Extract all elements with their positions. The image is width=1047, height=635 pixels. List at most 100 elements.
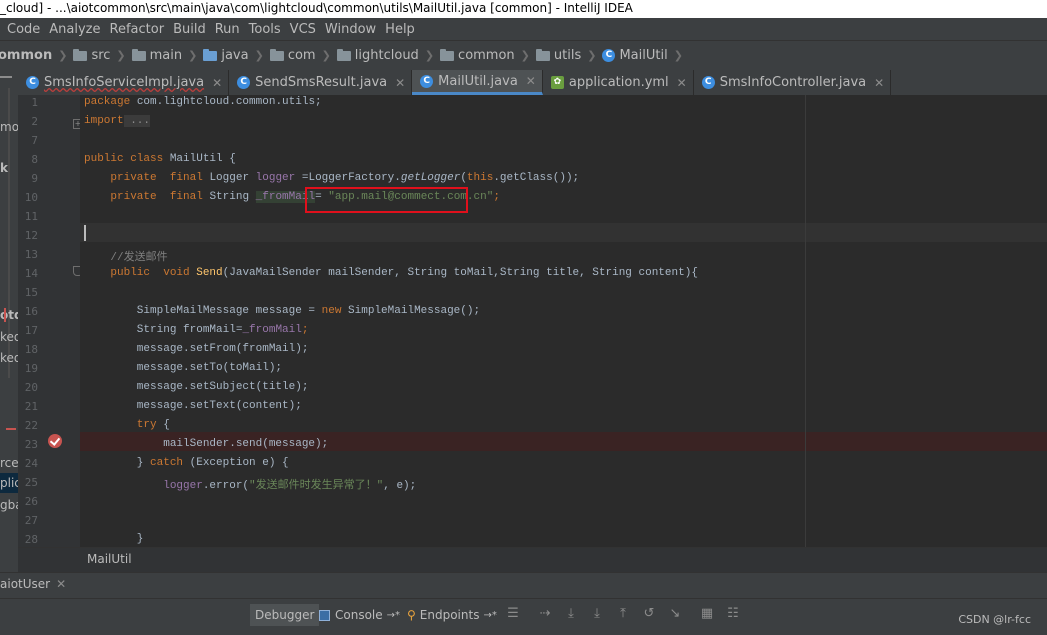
menu-analyze[interactable]: Analyze xyxy=(49,22,100,37)
debug-session-tab[interactable]: aiotUser ✕ xyxy=(0,577,66,591)
line-number: 2 xyxy=(31,115,38,128)
class-icon: C xyxy=(26,76,39,89)
tab-label: SendSmsResult.java xyxy=(255,75,388,90)
tab-smsinfocontroller[interactable]: C SmsInfoController.java ✕ xyxy=(694,70,892,95)
spring-config-icon: ✿ xyxy=(550,76,564,89)
tree-item[interactable]: ked xyxy=(0,351,18,365)
window-title: _cloud] - ...\aiotcommon\src\main\java\c… xyxy=(0,1,633,15)
right-margin-guide xyxy=(805,95,806,547)
tab-label: SmsInfoServiceImpl.java xyxy=(44,75,205,90)
breadcrumb-class[interactable]: MailUtil xyxy=(87,552,132,566)
nav-crumb-mailutil[interactable]: C MailUtil ❯ xyxy=(596,48,683,63)
console-icon xyxy=(319,609,330,621)
nav-crumb-module[interactable]: ommon ❯ xyxy=(0,48,67,63)
tab-mailutil[interactable]: C MailUtil.java ✕ xyxy=(412,70,543,95)
folded-imports[interactable]: ... xyxy=(123,115,151,127)
line-number: 28 xyxy=(24,533,38,546)
evaluate-expression-icon[interactable]: ▦ xyxy=(700,607,714,621)
menu-code[interactable]: Code xyxy=(7,22,40,37)
line-number: 10 xyxy=(24,191,38,204)
class-icon: C xyxy=(602,49,616,62)
line-number: 7 xyxy=(31,134,38,147)
code-editor[interactable]: package com.lightcloud.common.utils; imp… xyxy=(80,95,1047,547)
run-to-cursor-icon[interactable]: ↘ xyxy=(668,607,682,621)
drop-frame-icon[interactable]: ↺ xyxy=(642,607,656,621)
tab-application-yml[interactable]: ✿ application.yml ✕ xyxy=(543,70,694,95)
line-number: 8 xyxy=(31,153,38,166)
debugger-toolbar: Debugger Console →* ⚲ Endpoints →* ☰ ⇢ ⤓ ⤓ … xyxy=(0,598,1047,635)
menu-icon[interactable]: ☰ xyxy=(506,607,520,621)
tree-item[interactable]: mo xyxy=(0,120,18,134)
nav-crumb-common[interactable]: common ❯ xyxy=(434,48,530,63)
menu-help[interactable]: Help xyxy=(385,22,415,37)
line-number: 26 xyxy=(24,495,38,508)
tree-item[interactable]: rces xyxy=(0,456,18,470)
line-number: 15 xyxy=(24,286,38,299)
line-number: 27 xyxy=(24,514,38,527)
line-number: 14 xyxy=(24,267,38,280)
debugger-toolbar-left xyxy=(0,599,248,635)
nav-crumb-main[interactable]: main ❯ xyxy=(126,48,197,63)
menu-vcs[interactable]: VCS xyxy=(290,22,316,37)
panel-collapse-icon[interactable] xyxy=(0,76,12,78)
class-icon: C xyxy=(237,76,251,89)
line-number: 11 xyxy=(24,210,38,223)
error-marker xyxy=(6,428,16,430)
menu-bar: Code Analyze Refactor Build Run Tools VC… xyxy=(0,18,1047,40)
close-icon[interactable]: ✕ xyxy=(677,76,687,90)
tab-console[interactable]: Console →* xyxy=(314,604,405,626)
text-caret xyxy=(84,225,86,241)
tree-item-selected[interactable]: plic xyxy=(0,476,18,490)
tree-item[interactable]: k xyxy=(0,161,8,175)
class-icon: C xyxy=(420,74,434,88)
line-number: 19 xyxy=(24,362,38,375)
folder-icon xyxy=(73,48,88,61)
tab-debugger[interactable]: Debugger xyxy=(250,604,320,626)
step-over-icon[interactable]: ⤓ xyxy=(564,607,578,621)
tab-smsinfoserviceimpl[interactable]: C SmsInfoServiceImpl.java ✕ xyxy=(18,70,230,95)
error-marker xyxy=(4,308,6,322)
editor-tab-bar: C SmsInfoServiceImpl.java ✕ C SendSmsRes… xyxy=(18,70,1047,96)
class-icon: C xyxy=(701,76,715,89)
line-number: 9 xyxy=(31,172,38,185)
menu-window[interactable]: Window xyxy=(325,22,376,37)
line-number: 24 xyxy=(24,457,38,470)
tab-endpoints[interactable]: ⚲ Endpoints →* xyxy=(402,604,502,626)
tab-sendsmsresult[interactable]: C SendSmsResult.java ✕ xyxy=(229,70,413,95)
window-title-bar: _cloud] - ...\aiotcommon\src\main\java\c… xyxy=(0,0,1047,18)
close-icon[interactable]: ✕ xyxy=(212,76,222,90)
nav-crumb-src[interactable]: src ❯ xyxy=(67,48,126,63)
project-panel[interactable]: mo k otd ked ked rces plic gbac xyxy=(0,70,19,634)
menu-refactor[interactable]: Refactor xyxy=(110,22,165,37)
line-number: 21 xyxy=(24,400,38,413)
tree-item[interactable]: otd xyxy=(0,308,18,322)
close-icon[interactable]: ✕ xyxy=(874,76,884,90)
step-into-icon[interactable]: ⤓ xyxy=(590,607,604,621)
breakpoint-icon[interactable] xyxy=(48,434,62,448)
nav-crumb-com[interactable]: com ❯ xyxy=(264,48,331,63)
debugger-toolbar-tabs: Debugger Console →* ⚲ Endpoints →* ☰ ⇢ ⤓ ⤓ … xyxy=(248,599,1047,635)
endpoints-icon: ⚲ xyxy=(407,608,416,622)
nav-crumb-lightcloud[interactable]: lightcloud ❯ xyxy=(331,48,434,63)
tree-item[interactable]: gbac xyxy=(0,498,18,512)
tab-label: application.yml xyxy=(568,75,669,90)
package-icon xyxy=(269,48,284,61)
trace-icon[interactable]: ☷ xyxy=(726,607,740,621)
menu-tools[interactable]: Tools xyxy=(249,22,281,37)
nav-crumb-java[interactable]: java ❯ xyxy=(197,48,264,63)
editor-gutter[interactable]: 1 2 7 8 9 10 11 12 13 14 15 16 17 18 19 … xyxy=(18,95,83,547)
menu-run[interactable]: Run xyxy=(215,22,240,37)
tree-item[interactable]: ked xyxy=(0,330,18,344)
package-icon xyxy=(535,48,550,61)
line-number: 20 xyxy=(24,381,38,394)
close-icon[interactable]: ✕ xyxy=(56,577,66,591)
package-icon xyxy=(440,48,455,61)
close-icon[interactable]: ✕ xyxy=(395,76,405,90)
nav-crumb-utils[interactable]: utils ❯ xyxy=(530,48,596,63)
line-number: 1 xyxy=(31,96,38,109)
show-execution-point-icon[interactable]: ⇢ xyxy=(538,607,552,621)
menu-build[interactable]: Build xyxy=(173,22,206,37)
step-out-icon[interactable]: ⤒ xyxy=(616,607,630,621)
line-number: 12 xyxy=(24,229,38,242)
close-icon[interactable]: ✕ xyxy=(526,74,536,88)
